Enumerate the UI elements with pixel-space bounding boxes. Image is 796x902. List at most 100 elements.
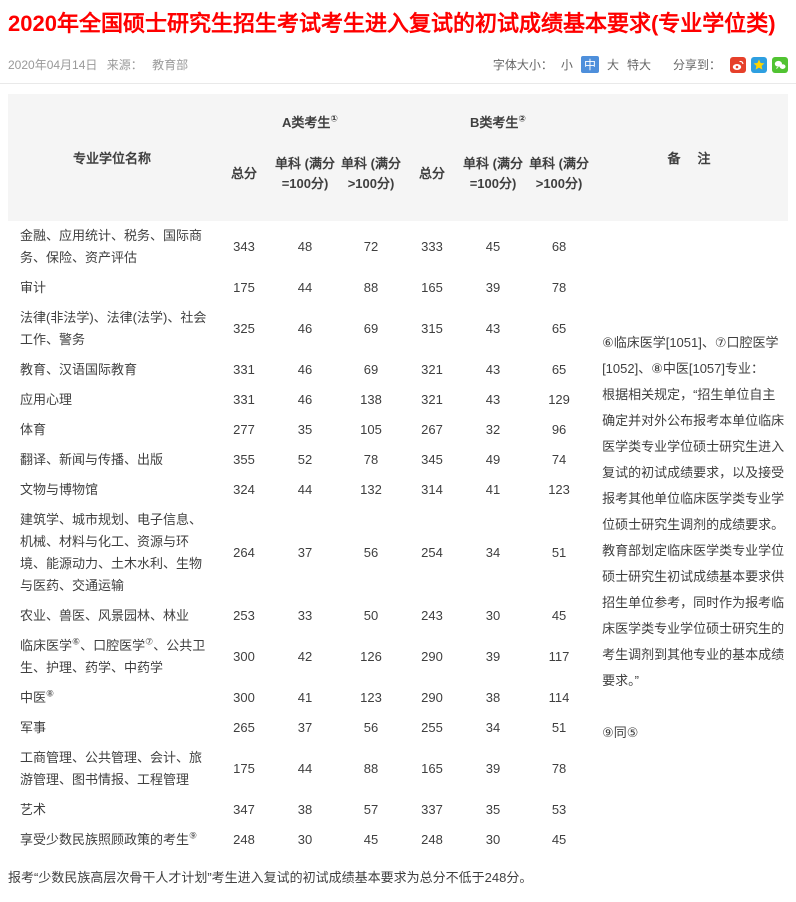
score-value: 333 bbox=[404, 221, 460, 273]
score-value: 45 bbox=[460, 221, 526, 273]
degree-name: 军事 bbox=[8, 713, 216, 743]
score-value: 324 bbox=[216, 475, 272, 505]
header-b-single-100: 单科 (满分=100分) bbox=[460, 141, 526, 221]
score-value: 49 bbox=[460, 445, 526, 475]
score-value: 53 bbox=[526, 795, 592, 825]
degree-name: 工商管理、公共管理、会计、旅游管理、图书情报、工程管理 bbox=[8, 743, 216, 795]
header-remark: 备 注 bbox=[592, 94, 788, 221]
remark-cell: ⑥临床医学[1051]、⑦口腔医学[1052]、⑧中医[1057]专业： 根据相… bbox=[592, 221, 788, 855]
score-value: 343 bbox=[216, 221, 272, 273]
score-value: 74 bbox=[526, 445, 592, 475]
header-b-total: 总分 bbox=[404, 141, 460, 221]
degree-name: 文物与博物馆 bbox=[8, 475, 216, 505]
score-value: 325 bbox=[216, 303, 272, 355]
score-value: 314 bbox=[404, 475, 460, 505]
score-value: 41 bbox=[272, 683, 338, 713]
degree-name: 艺术 bbox=[8, 795, 216, 825]
meta-right: 字体大小： 小 中 大 特大 分享到： bbox=[493, 56, 788, 73]
score-value: 126 bbox=[338, 631, 404, 683]
score-value: 30 bbox=[460, 601, 526, 631]
score-value: 265 bbox=[216, 713, 272, 743]
score-value: 43 bbox=[460, 355, 526, 385]
header-group-b: B类考生② bbox=[404, 94, 592, 141]
score-value: 43 bbox=[460, 385, 526, 415]
score-value: 46 bbox=[272, 303, 338, 355]
score-value: 34 bbox=[460, 505, 526, 601]
font-size-option-small[interactable]: 小 bbox=[561, 56, 573, 73]
degree-name: 法律(非法学)、法律(法学)、社会工作、警务 bbox=[8, 303, 216, 355]
score-value: 117 bbox=[526, 631, 592, 683]
footnote: 报考“少数民族高层次骨干人才计划”考生进入复试的初试成绩基本要求为总分不低于24… bbox=[0, 855, 796, 902]
score-value: 37 bbox=[272, 713, 338, 743]
score-value: 337 bbox=[404, 795, 460, 825]
score-value: 51 bbox=[526, 713, 592, 743]
degree-name: 享受少数民族照顾政策的考生⑨ bbox=[8, 825, 216, 855]
score-value: 165 bbox=[404, 743, 460, 795]
score-value: 48 bbox=[272, 221, 338, 273]
score-value: 78 bbox=[338, 445, 404, 475]
degree-name: 临床医学⑥、口腔医学⑦、公共卫生、护理、药学、中药学 bbox=[8, 631, 216, 683]
score-value: 65 bbox=[526, 303, 592, 355]
score-value: 331 bbox=[216, 385, 272, 415]
score-value: 30 bbox=[460, 825, 526, 855]
score-value: 96 bbox=[526, 415, 592, 445]
score-value: 43 bbox=[460, 303, 526, 355]
meta-left: 2020年04月14日 来源： 教育部 bbox=[8, 56, 194, 73]
degree-name: 应用心理 bbox=[8, 385, 216, 415]
score-value: 175 bbox=[216, 273, 272, 303]
source-label: 来源： bbox=[107, 58, 143, 72]
divider bbox=[0, 83, 796, 84]
degree-name: 金融、应用统计、税务、国际商务、保险、资产评估 bbox=[8, 221, 216, 273]
font-size-label: 字体大小： bbox=[493, 56, 553, 73]
score-value: 69 bbox=[338, 303, 404, 355]
score-value: 138 bbox=[338, 385, 404, 415]
score-value: 290 bbox=[404, 631, 460, 683]
score-value: 35 bbox=[460, 795, 526, 825]
font-size-option-medium[interactable]: 中 bbox=[581, 56, 599, 73]
score-value: 331 bbox=[216, 355, 272, 385]
header-b-single-gt100: 单科 (满分>100分) bbox=[526, 141, 592, 221]
score-value: 44 bbox=[272, 743, 338, 795]
score-value: 114 bbox=[526, 683, 592, 713]
degree-name: 审计 bbox=[8, 273, 216, 303]
score-value: 277 bbox=[216, 415, 272, 445]
font-size-option-large[interactable]: 大 bbox=[607, 56, 619, 73]
score-value: 347 bbox=[216, 795, 272, 825]
score-value: 51 bbox=[526, 505, 592, 601]
score-value: 165 bbox=[404, 273, 460, 303]
publish-date: 2020年04月14日 bbox=[8, 58, 97, 72]
score-value: 46 bbox=[272, 355, 338, 385]
header-degree-name: 专业学位名称 bbox=[8, 94, 216, 221]
score-value: 248 bbox=[216, 825, 272, 855]
table-body: 金融、应用统计、税务、国际商务、保险、资产评估34348723334568⑥临床… bbox=[8, 221, 788, 855]
header-a-single-gt100: 单科 (满分>100分) bbox=[338, 141, 404, 221]
score-value: 69 bbox=[338, 355, 404, 385]
score-value: 39 bbox=[460, 743, 526, 795]
article-page: 2020年全国硕士研究生招生考试考生进入复试的初试成绩基本要求(专业学位类) 2… bbox=[0, 0, 796, 902]
score-value: 45 bbox=[338, 825, 404, 855]
meta-row: 2020年04月14日 来源： 教育部 字体大小： 小 中 大 特大 分享到： bbox=[0, 56, 796, 83]
score-value: 355 bbox=[216, 445, 272, 475]
score-value: 42 bbox=[272, 631, 338, 683]
score-value: 56 bbox=[338, 505, 404, 601]
score-value: 88 bbox=[338, 273, 404, 303]
score-value: 78 bbox=[526, 743, 592, 795]
score-value: 37 bbox=[272, 505, 338, 601]
degree-name: 中医⑧ bbox=[8, 683, 216, 713]
score-value: 44 bbox=[272, 475, 338, 505]
qzone-share-icon[interactable] bbox=[751, 57, 767, 73]
table-row: 金融、应用统计、税务、国际商务、保险、资产评估34348723334568⑥临床… bbox=[8, 221, 788, 273]
score-value: 44 bbox=[272, 273, 338, 303]
score-value: 78 bbox=[526, 273, 592, 303]
score-value: 39 bbox=[460, 273, 526, 303]
wechat-share-icon[interactable] bbox=[772, 57, 788, 73]
score-value: 300 bbox=[216, 631, 272, 683]
header-a-total: 总分 bbox=[216, 141, 272, 221]
score-value: 46 bbox=[272, 385, 338, 415]
score-value: 68 bbox=[526, 221, 592, 273]
score-value: 39 bbox=[460, 631, 526, 683]
score-value: 321 bbox=[404, 355, 460, 385]
font-size-option-xlarge[interactable]: 特大 bbox=[627, 56, 651, 73]
weibo-share-icon[interactable] bbox=[730, 57, 746, 73]
table-header: 专业学位名称 A类考生① B类考生② 备 注 总分 单科 (满分=100分) 单… bbox=[8, 94, 788, 221]
